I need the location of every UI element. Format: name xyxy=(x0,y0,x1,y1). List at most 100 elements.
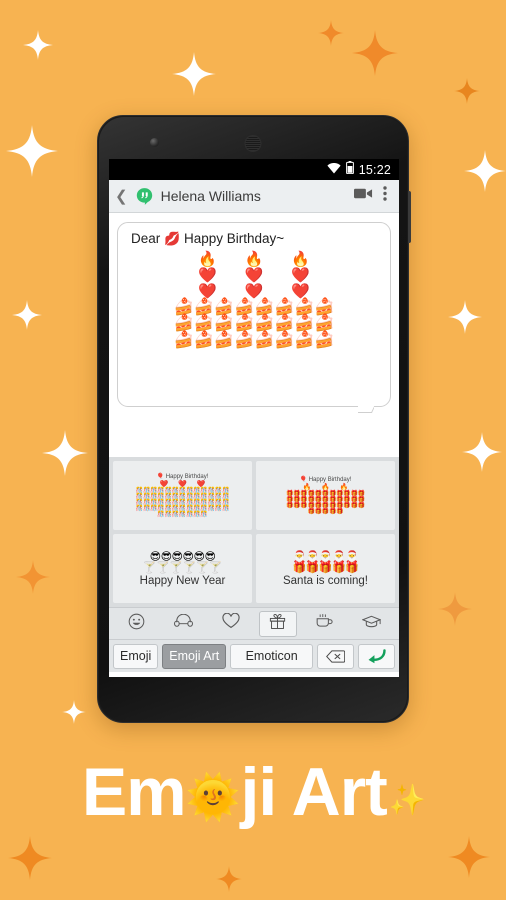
emoji-glyph: 🎅 xyxy=(305,549,320,563)
sparkle-right-lower xyxy=(462,432,502,472)
power-button[interactable] xyxy=(408,191,411,243)
emoji-glyph: 🎊 xyxy=(186,511,194,518)
conversation-area: Dear 💋 Happy Birthday~ 🔥 🔥 🔥 ❤️ ❤️ ❤️ ❤️ ❤️ ❤️… xyxy=(109,213,399,457)
emoji-glyph: 🎁 xyxy=(321,508,330,515)
tab-emoji[interactable]: Emoji xyxy=(113,643,159,669)
tab-emoji-art[interactable]: Emoji Art xyxy=(162,643,227,669)
category-school[interactable] xyxy=(353,611,391,637)
art-card-bottom-row: 🍸 🍸 🍸 🍸 🍸 🍸 xyxy=(142,560,223,574)
backspace-icon[interactable] xyxy=(317,643,354,669)
heart-icon xyxy=(221,612,240,634)
art-card-bottom-row: 🎁 🎁 🎁 🎁 🎁 xyxy=(292,560,359,574)
message-greeting: Dear 💋 Happy Birthday~ xyxy=(118,231,390,248)
art-card-top-row: 😎 😎 😎 😎 😎 😎 xyxy=(150,551,216,562)
emoji-glyph: 🎅 xyxy=(318,549,333,563)
emoji-glyph: 😎 xyxy=(160,549,172,563)
emoji-glyph: 🎁 xyxy=(318,560,333,574)
emoji-glyph: 🍰 xyxy=(294,329,315,349)
emoji-glyph: ❤️ xyxy=(197,265,217,284)
sparkle-left-lower xyxy=(42,430,88,476)
sparkle-top-mid xyxy=(172,52,216,96)
emoji-glyph: 🎁 xyxy=(292,560,306,574)
emoji-glyph: 🎁 xyxy=(357,502,365,509)
smiley-icon xyxy=(128,613,145,635)
emoji-glyph: 🍰 xyxy=(173,329,195,349)
message-bubble[interactable]: Dear 💋 Happy Birthday~ 🔥 🔥 🔥 ❤️ ❤️ ❤️ ❤️ ❤️ ❤️… xyxy=(117,222,391,407)
emoji-glyph: 🔥 xyxy=(291,249,311,268)
emoji-glyph: 🎁 xyxy=(300,502,308,509)
art-card-happy-new-year[interactable]: 😎 😎 😎 😎 😎 😎 🍸 🍸 🍸 🍸 🍸 🍸 Happy New Year xyxy=(113,534,252,603)
emoji-art-grid: 🎈 Happy Birthday! ❤️ ❤️ ❤️ 🎊 🎊 🎊 🎊 🎊 🎊 🎊 🎊 🎊 🎊 🎊 🎊 🎊 🎊 🎊 🎊 🎊… xyxy=(109,457,399,607)
emoji-glyph: 🎊 xyxy=(143,505,151,512)
bubble-tail xyxy=(358,405,374,415)
art-card-body-row: 🎊 🎊 🎊 🎊 🎊 🎊 🎊 xyxy=(157,511,208,518)
emoji-glyph: 🎅 xyxy=(345,549,359,563)
emoji-glyph: 🎅 xyxy=(292,549,306,563)
emoji-glyph: 😎 xyxy=(171,549,183,563)
emoji-glyph: 🎁 xyxy=(332,560,346,574)
sparkle-top-right xyxy=(352,30,398,76)
emoji-glyph: 🎊 xyxy=(214,505,222,512)
emoji-glyph: 🎅 xyxy=(332,549,346,563)
art-card-caption: Santa is coming! xyxy=(282,574,368,587)
art-card-body-row: 🎁 🎁 🎁 🎁 🎁 xyxy=(308,509,344,515)
contact-name: Helena Williams xyxy=(160,188,261,204)
app-header: ❮ Helena Williams xyxy=(109,180,399,213)
emoji-glyph: 🎁 xyxy=(329,508,337,515)
art-card-title: 🎈 Happy Birthday! xyxy=(299,477,352,483)
emoji-glyph: 🍸 xyxy=(208,560,223,574)
emoji-glyph: 😎 xyxy=(204,549,216,563)
art-card-birthday-cake-2[interactable]: 🎈 Happy Birthday! 🔥 🔥 🔥 🎁 🎁 🎁 🎁 🎁 🎁 🎁 🎁 🎁 🎁 🎁 🎁 🎁 🎁 🎁 🎁 🎁 🎁 🎁 🎁… xyxy=(256,461,395,530)
headline-part-1: Em xyxy=(81,754,187,830)
emoji-art-row-cakes-3: 🍰 🍰 🍰 🍰 🍰 🍰 🍰 🍰 xyxy=(118,329,390,349)
emoji-art-row-candles: 🔥 🔥 🔥 xyxy=(118,249,390,268)
category-heart[interactable] xyxy=(212,611,250,637)
kiss-emoji: 💋 xyxy=(164,231,181,246)
sparkle-left-mid xyxy=(12,300,42,330)
emoji-glyph: 🎊 xyxy=(200,511,208,518)
category-gift[interactable] xyxy=(258,610,297,637)
emoji-glyph: 🎁 xyxy=(350,502,358,509)
battery-icon xyxy=(345,160,354,179)
emoji-glyph: 🎊 xyxy=(164,511,172,518)
sparkle-bottom-right xyxy=(448,836,490,878)
overflow-menu-icon[interactable] xyxy=(380,186,390,206)
emoji-glyph: 🎊 xyxy=(157,511,165,518)
graduation-cap-icon xyxy=(361,614,382,634)
emoji-art-row-hearts-1: ❤️ ❤️ ❤️ xyxy=(118,265,390,284)
emoji-glyph: ❤️ xyxy=(291,265,311,284)
category-bar xyxy=(109,607,399,639)
emoji-glyph: 🍸 xyxy=(142,560,157,574)
sparkle-phone-left xyxy=(62,700,86,724)
greeting-suffix: Happy Birthday~ xyxy=(180,231,285,246)
back-chevron-icon[interactable]: ❮ xyxy=(115,189,128,204)
art-card-birthday-cake-1[interactable]: 🎈 Happy Birthday! ❤️ ❤️ ❤️ 🎊 🎊 🎊 🎊 🎊 🎊 🎊 🎊 🎊 🎊 🎊 🎊 🎊 🎊 🎊 🎊 🎊… xyxy=(113,461,252,530)
emoji-glyph: 🔥 xyxy=(244,249,264,268)
tab-emoticon[interactable]: Emoticon xyxy=(230,643,313,669)
hangouts-icon[interactable] xyxy=(135,187,154,206)
category-accessories[interactable] xyxy=(165,611,203,637)
sparkles-icon: ✨ xyxy=(388,782,427,818)
category-food[interactable] xyxy=(306,611,344,637)
art-card-santa-is-coming[interactable]: 🎅 🎅 🎅 🎅 🎅 🎁 🎁 🎁 🎁 🎁 Santa is coming! xyxy=(256,534,395,603)
emoji-glyph: 😎 xyxy=(149,549,161,563)
emoji-glyph: 🎊 xyxy=(221,505,230,512)
emoji-glyph: 🎊 xyxy=(193,511,201,518)
video-call-icon[interactable] xyxy=(354,187,373,205)
category-smiley[interactable] xyxy=(118,611,156,637)
emoji-glyph: 🎊 xyxy=(171,511,179,518)
emoji-glyph: 🍰 xyxy=(254,329,275,349)
emoji-glyph: 🎁 xyxy=(293,502,301,509)
sparkle-left-low2 xyxy=(16,560,50,594)
art-card-top-row: 🎅 🎅 🎅 🎅 🎅 xyxy=(292,549,359,563)
emoji-glyph: 🍸 xyxy=(195,560,210,574)
return-arrow-icon[interactable] xyxy=(358,643,395,669)
emoji-glyph: 🎁 xyxy=(345,560,359,574)
emoji-glyph: 🍰 xyxy=(233,329,255,349)
emoji-glyph: 🔥 xyxy=(197,249,217,268)
art-card-title: 🎈 Happy Birthday! xyxy=(156,474,209,480)
emoji-glyph: 🎁 xyxy=(307,508,315,515)
sparkle-top-left xyxy=(23,30,53,60)
page-title: Em 🌞 ji Art ✨ xyxy=(0,758,506,826)
art-card-caption: Happy New Year xyxy=(139,574,226,587)
